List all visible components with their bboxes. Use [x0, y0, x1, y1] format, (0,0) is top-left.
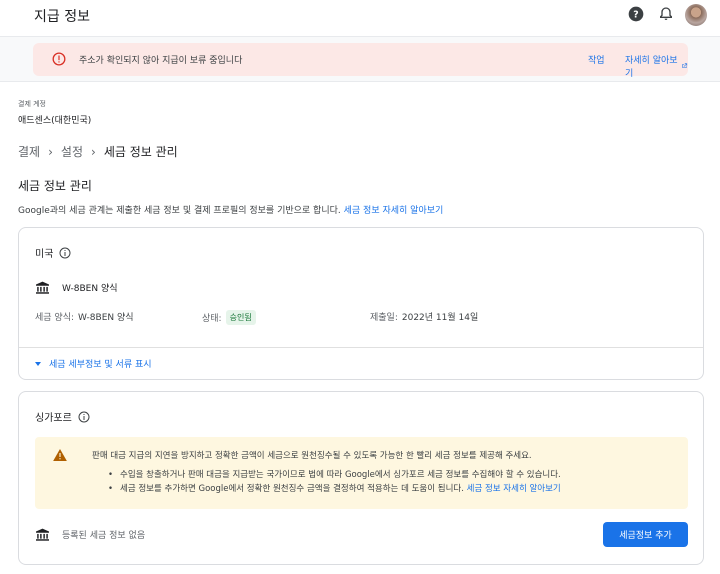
tax-form-name: W-8BEN 양식	[62, 284, 118, 294]
help-icon[interactable]: ?	[628, 6, 644, 22]
country-header: 미국	[35, 245, 71, 260]
description-text: Google과의 세금 관계는 제출한 세금 정보 및 결제 프로필의 정보를 …	[18, 206, 341, 216]
chevron-right-icon: ›	[48, 144, 53, 159]
submitted-label: 제출일:	[370, 313, 398, 323]
notice-main-text: 판매 대금 지급의 지연을 방지하고 정확한 금액이 세금으로 원천징수될 수 …	[92, 451, 532, 461]
notice-bullet-text: 수입을 창출하거나 판매 대금을 지급받는 국가이므로 법에 따라 Google…	[120, 470, 561, 480]
breadcrumb: 결제 › 설정 › 세금 정보 관리	[18, 143, 178, 160]
warning-icon	[53, 449, 67, 461]
bank-icon	[36, 528, 49, 541]
tax-form-row: W-8BEN 양식	[35, 281, 118, 294]
empty-tax-label: 등록된 세금 정보 없음	[62, 531, 146, 541]
banner-action-link[interactable]: 작업	[588, 53, 605, 66]
account-value: 애드센스(대한민국)	[18, 116, 92, 126]
info-icon[interactable]	[59, 247, 71, 259]
add-tax-info-button[interactable]: 세금정보 추가	[603, 522, 688, 547]
country-header: 싱가포르	[35, 409, 90, 424]
chevron-right-icon: ›	[91, 144, 96, 159]
notice-bullet: 수입을 창출하거나 판매 대금을 지급받는 국가이므로 법에 따라 Google…	[108, 468, 561, 482]
tax-info-notice: 판매 대금 지급의 지연을 방지하고 정확한 금액이 세금으로 원천징수될 수 …	[35, 437, 688, 509]
country-name: 싱가포르	[35, 413, 72, 424]
avatar[interactable]	[685, 4, 707, 26]
breadcrumb-item-current: 세금 정보 관리	[103, 145, 178, 159]
status-label: 상태:	[202, 314, 222, 324]
country-name: 미국	[35, 249, 54, 260]
error-icon	[52, 52, 66, 66]
us-tax-card: 미국 W-8BEN 양식 세금 양식: W-8BEN 양식 상태: 승인됨 제출…	[18, 227, 704, 380]
account-label: 결제 계정	[18, 100, 46, 108]
svg-text:?: ?	[633, 9, 638, 20]
payment-hold-banner: 주소가 확인되지 않아 지급이 보류 중입니다 작업 자세히 알아보기	[33, 43, 688, 79]
section-title: 세금 정보 관리	[18, 179, 92, 193]
notice-bullet: 세금 정보를 추가하면 Google에서 정확한 원천징수 금액을 결정하여 적…	[108, 482, 561, 496]
empty-tax-row: 등록된 세금 정보 없음	[35, 528, 145, 541]
submitted-value: 2022년 11월 14일	[401, 313, 479, 323]
form-field: 세금 양식: W-8BEN 양식	[35, 310, 134, 323]
banner-learn-more-link[interactable]: 자세히 알아보기	[625, 53, 688, 79]
divider	[19, 347, 703, 348]
show-tax-details-toggle[interactable]: 세금 세부정보 및 서류 표시	[35, 357, 152, 370]
banner-learn-more-label: 자세히 알아보기	[625, 56, 678, 79]
breadcrumb-item-settings[interactable]: 설정	[61, 143, 83, 160]
submitted-field: 제출일: 2022년 11월 14일	[370, 310, 478, 323]
notice-learn-more-link[interactable]: 세금 정보 자세히 알아보기	[467, 484, 561, 494]
info-icon[interactable]	[78, 411, 90, 423]
singapore-tax-card: 싱가포르 판매 대금 지급의 지연을 방지하고 정확한 금액이 세금으로 원천징…	[18, 391, 704, 565]
caret-down-icon	[35, 361, 41, 366]
bank-icon	[36, 281, 49, 294]
section-description: Google과의 세금 관계는 제출한 세금 정보 및 결제 프로필의 정보를 …	[18, 203, 443, 216]
top-bar: 지급 정보 ?	[0, 0, 720, 31]
status-field: 상태: 승인됨	[202, 310, 256, 325]
external-link-icon	[682, 63, 688, 69]
banner-message: 주소가 확인되지 않아 지급이 보류 중입니다	[79, 56, 243, 66]
tax-info-learn-more-link[interactable]: 세금 정보 자세히 알아보기	[344, 206, 444, 216]
page-header-title: 지급 정보	[34, 9, 90, 25]
notice-list: 수입을 창출하거나 판매 대금을 지급받는 국가이므로 법에 따라 Google…	[108, 468, 561, 496]
breadcrumb-item-billing[interactable]: 결제	[18, 143, 40, 160]
form-value: W-8BEN 양식	[78, 313, 134, 323]
notice-bullet-text: 세금 정보를 추가하면 Google에서 정확한 원천징수 금액을 결정하여 적…	[120, 484, 464, 494]
notifications-icon[interactable]	[658, 6, 674, 22]
status-badge: 승인됨	[225, 310, 256, 325]
form-label: 세금 양식:	[35, 313, 75, 323]
alert-area: 주소가 확인되지 않아 지급이 보류 중입니다 작업 자세히 알아보기	[0, 36, 720, 82]
show-tax-details-label: 세금 세부정보 및 서류 표시	[49, 360, 152, 370]
